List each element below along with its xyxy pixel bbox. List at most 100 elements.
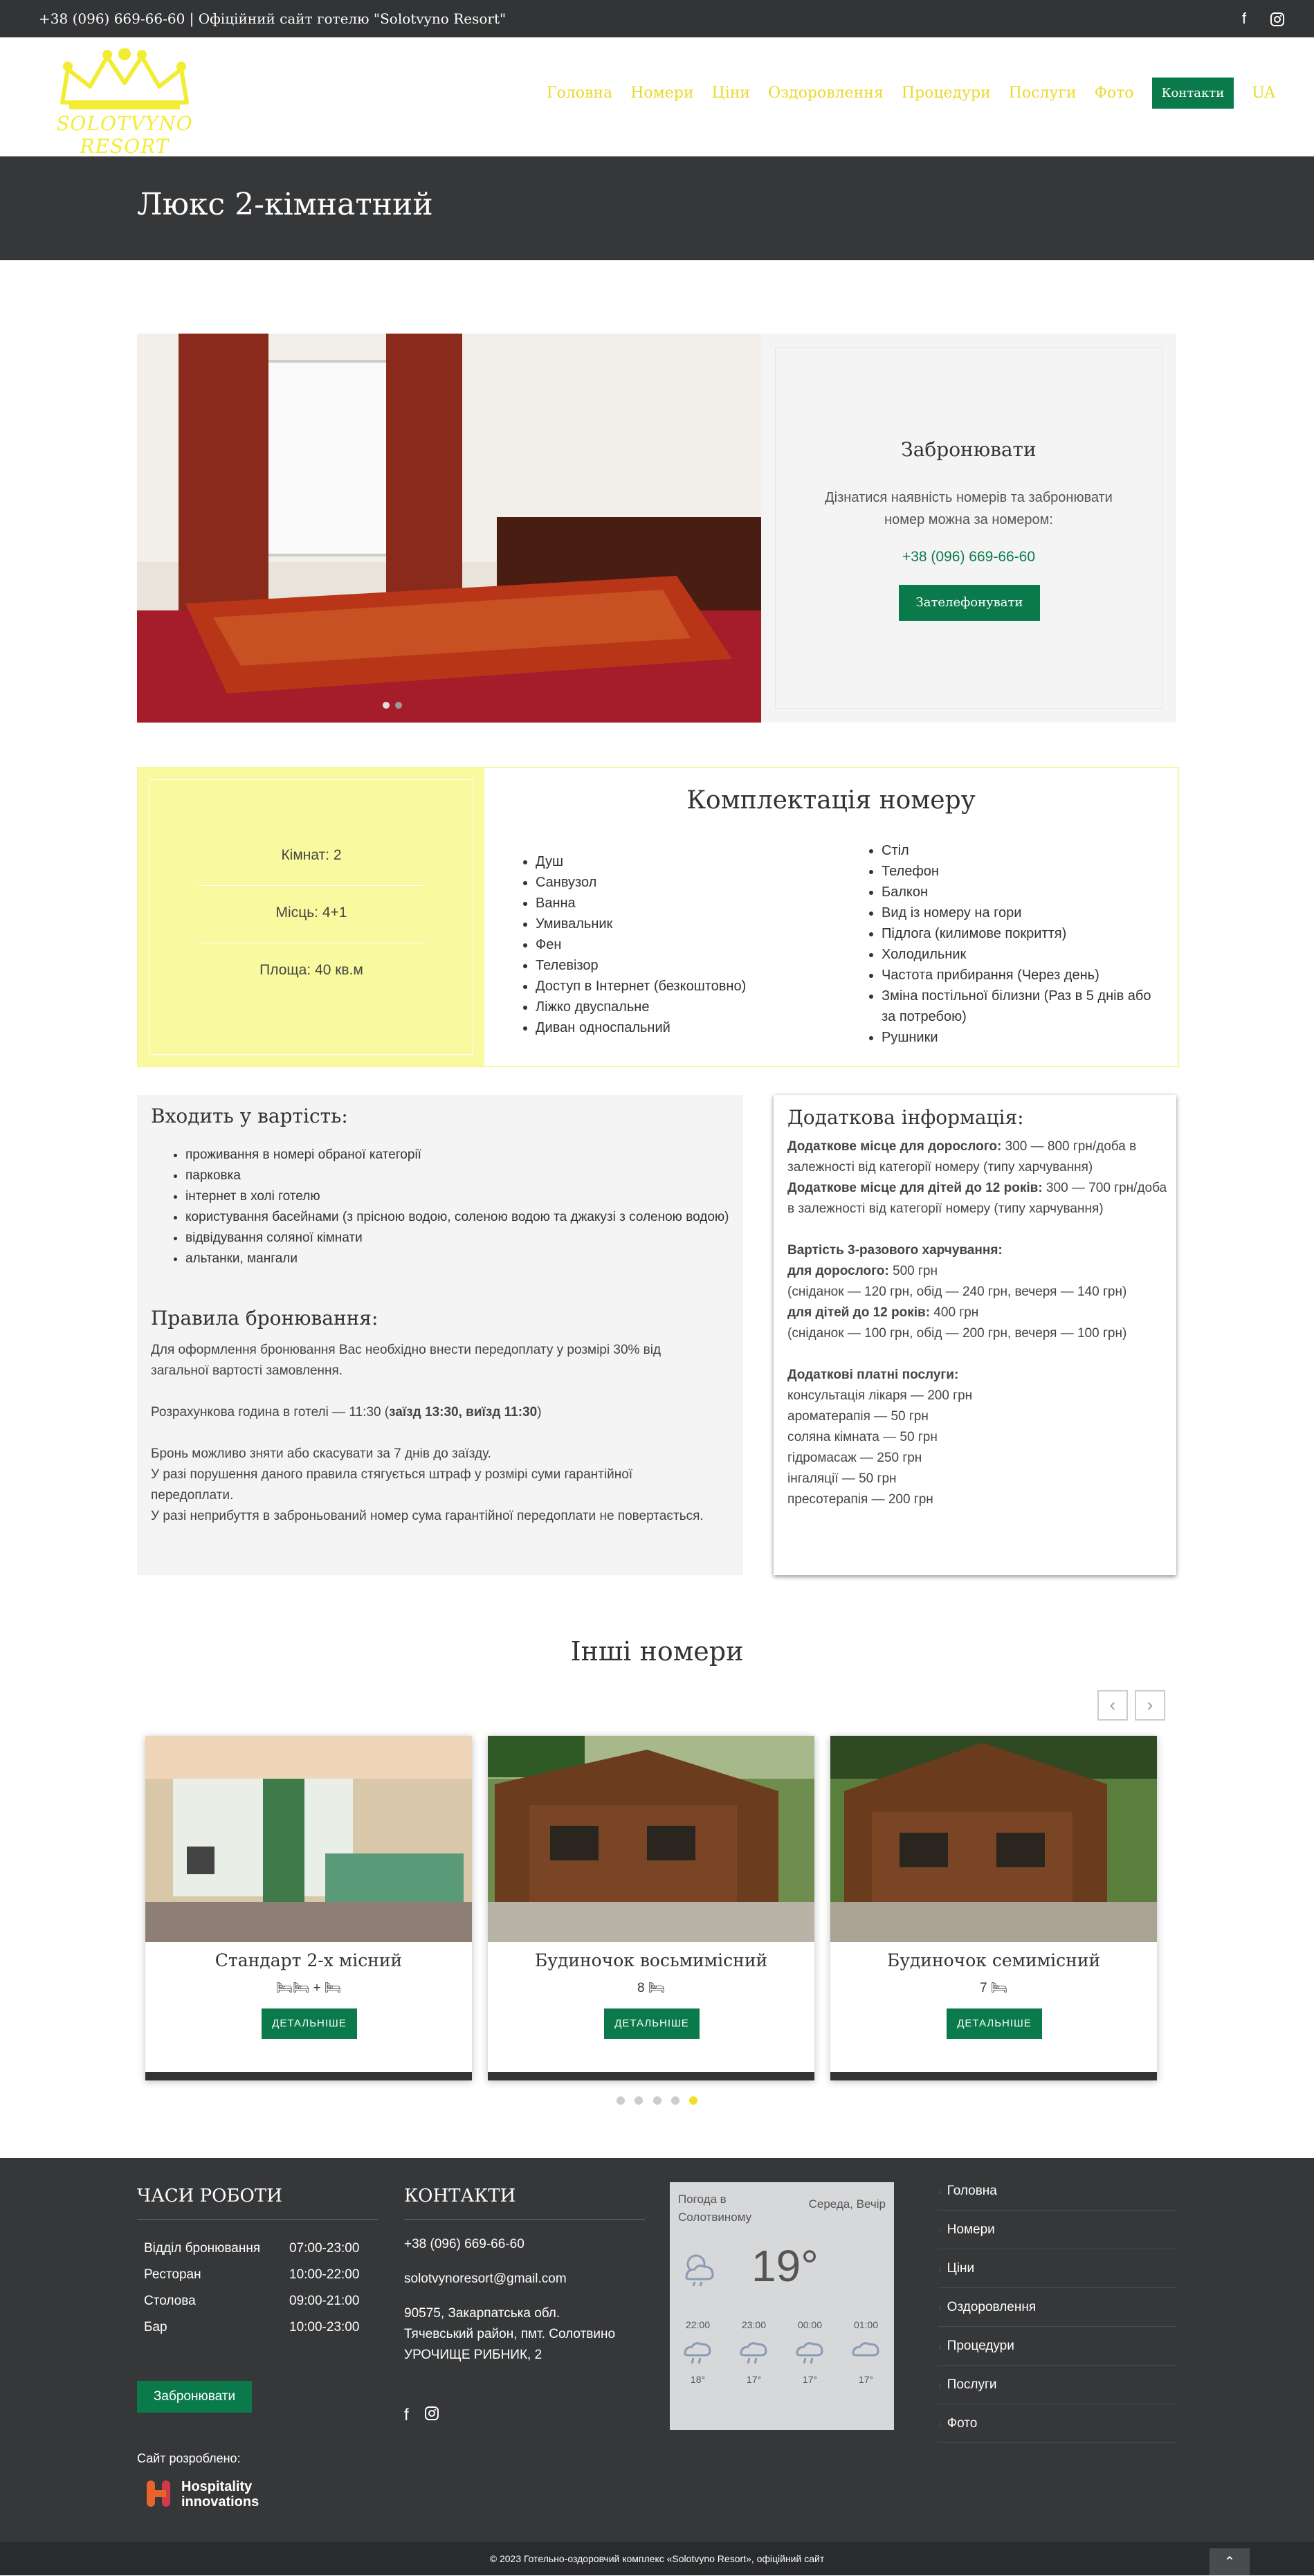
forecast-item: 23:00 17° (737, 2319, 772, 2385)
nav-photo[interactable]: Фото (1095, 84, 1134, 102)
bed-icon: 🛏 (990, 1981, 1007, 1995)
nav-procedures[interactable]: Процедури (902, 84, 991, 102)
site-logo[interactable]: SOLOTVYNO RESORT (42, 48, 208, 158)
developer-logo[interactable]: Hospitality innovations (145, 2478, 311, 2519)
list-item: Частота прибирання (Через день) (882, 965, 1158, 986)
list-item: Диван односпальний (536, 1017, 746, 1038)
social-links: f (1235, 8, 1286, 29)
call-button[interactable]: Зателефонувати (899, 585, 1040, 621)
rules-paragraph: У разі неприбуття в заброньований номер … (151, 1509, 704, 1523)
additional-info-section: Додаткова інформація: Додаткове місце дл… (774, 1095, 1176, 1575)
list-item: парковка (185, 1165, 739, 1186)
nav-services[interactable]: Послуги (1009, 84, 1077, 102)
footer-link[interactable]: › Оздоровлення (938, 2288, 1176, 2327)
rules-paragraph: Бронь можливо зняти або скасувати за 7 д… (151, 1446, 491, 1461)
nav-wellness[interactable]: Оздоровлення (768, 84, 884, 102)
pagination-dot[interactable] (616, 2096, 625, 2105)
footer-link[interactable]: › Фото (938, 2404, 1176, 2443)
carousel-arrows: ‹ › (1097, 1690, 1165, 1721)
booking-phone[interactable]: +38 (096) 669-66-60 (776, 549, 1162, 565)
weather-temp: 19° (751, 2241, 819, 2291)
instagram-icon[interactable] (1268, 8, 1286, 29)
forecast-item: 22:00 18° (681, 2319, 715, 2385)
chevron-right-icon: › (938, 2302, 942, 2313)
pagination-dot-active[interactable] (689, 2096, 698, 2105)
room-card[interactable]: Стандарт 2-х місний 🛏🛏 + 🛏 ДЕТАЛЬНІШЕ (145, 1736, 472, 2080)
cloud-icon (851, 2342, 879, 2357)
room-card-image (145, 1736, 472, 1942)
pagination-dot[interactable] (670, 2096, 679, 2105)
list-item: Умивальник (536, 914, 746, 934)
chevron-right-icon: › (938, 2341, 942, 2352)
pagination-dot[interactable] (635, 2096, 644, 2105)
developer-logo-icon (147, 2480, 170, 2507)
page-title-bar: Люкс 2-кімнатний (0, 156, 1314, 260)
facebook-icon[interactable]: f (404, 2406, 409, 2425)
footer-link[interactable]: › Процедури (938, 2327, 1176, 2366)
footer-link[interactable]: › Номери (938, 2211, 1176, 2249)
other-rooms-title: Інші номери (570, 1636, 744, 1667)
developer-logo-text: Hospitality (181, 2479, 253, 2494)
details-button[interactable]: ДЕТАЛЬНІШЕ (604, 2008, 700, 2039)
opening-hours: Відділ бронювання 07:00-23:00 Ресторан 10:… (144, 2235, 359, 2341)
details-button[interactable]: ДЕТАЛЬНІШЕ (947, 2008, 1042, 2039)
carousel-pagination (0, 2096, 1314, 2108)
divider (199, 885, 424, 886)
footer-nav: › Головна › Номери › Ціни › Оздоровлення › Пр… (938, 2172, 1176, 2443)
hours-row: Відділ бронювання 07:00-23:00 (144, 2241, 360, 2256)
rules-title: Правила бронювання: (151, 1307, 378, 1330)
pagination-dot[interactable] (653, 2096, 661, 2105)
list-item: Ванна (536, 893, 746, 914)
equipment-title: Комплектація номеру (686, 786, 976, 815)
instagram-icon[interactable] (424, 2406, 439, 2425)
nav-rooms[interactable]: Номери (630, 84, 693, 102)
list-item: консультація лікаря — 200 грн (787, 1388, 973, 1403)
list-item: інгаляції — 50 грн (787, 1471, 897, 1486)
forecast-item: 01:00 17° (849, 2319, 884, 2385)
crown-icon (60, 48, 189, 109)
room-photo-slider[interactable] (137, 334, 761, 723)
facebook-icon[interactable]: f (1235, 8, 1253, 29)
book-button[interactable]: Забронювати (137, 2381, 252, 2413)
footer-address-line: УРОЧИЩЕ РИБНИК, 2 (404, 2348, 542, 2362)
forecast-item: 00:00 17° (793, 2319, 828, 2385)
divider (404, 2219, 645, 2220)
nav-contacts[interactable]: Контакти (1151, 78, 1234, 109)
copyright-text: © 2023 Готельно-оздоровчий комплекс «Sol… (489, 2553, 825, 2564)
list-item: Рушники (882, 1027, 1158, 1048)
chevron-right-icon[interactable]: › (1135, 1690, 1165, 1721)
site-footer: ЧАСИ РОБОТИ Відділ бронювання 07:00-23:00… (0, 2158, 1314, 2542)
list-item: Холодильник (882, 944, 1158, 965)
list-item: Вид із номеру на гори (882, 902, 1158, 923)
top-bar-text: +38 (096) 669-66-60 | Офіційний сайт гот… (39, 10, 507, 27)
scroll-to-top-button[interactable]: ⌃ (1210, 2548, 1250, 2575)
chevron-right-icon: › (938, 2186, 942, 2197)
contacts-title: КОНТАКТИ (404, 2186, 516, 2206)
weather-location: Погода в Солотвиному (678, 2193, 752, 2224)
footer-email[interactable]: solotvynoresort@gmail.com (404, 2269, 615, 2289)
included-list: проживання в номері обраної категорії па… (151, 1145, 739, 1269)
footer-phone[interactable]: +38 (096) 669-66-60 (404, 2234, 615, 2255)
bed-icon: 🛏 (324, 1981, 342, 1995)
nav-prices[interactable]: Ціни (712, 84, 751, 102)
room-card[interactable]: Будиночок восьмимісний 8 🛏 ДЕТАЛЬНІШЕ (488, 1736, 814, 2080)
footer-link[interactable]: › Послуги (938, 2366, 1176, 2404)
chevron-right-icon: › (938, 2379, 942, 2391)
nav-home[interactable]: Головна (547, 84, 612, 102)
chevron-left-icon[interactable]: ‹ (1097, 1690, 1128, 1721)
hours-row: Ресторан 10:00-22:00 (144, 2267, 360, 2282)
language-switch[interactable]: UA (1252, 84, 1275, 102)
room-card-title: Стандарт 2-х місний (215, 1950, 403, 1970)
list-item: соляна кімната — 50 грн (787, 1430, 938, 1444)
list-item: альтанки, мангали (185, 1249, 739, 1269)
footer-link[interactable]: › Ціни (938, 2249, 1176, 2288)
footer-link[interactable]: › Головна (938, 2172, 1176, 2211)
meals-child: для дітей до 12 років: 400 грн (787, 1305, 979, 1320)
copyright-bar: © 2023 Готельно-оздоровчий комплекс «Sol… (0, 2542, 1314, 2575)
booking-box: Забронювати Дізнатися наявність номерів … (761, 334, 1176, 723)
room-card-beds: 8 🛏 (637, 1981, 665, 1995)
details-button[interactable]: ДЕТАЛЬНІШЕ (262, 2008, 357, 2039)
room-card[interactable]: Будиночок семимісний 7 🛏 ДЕТАЛЬНІШЕ (830, 1736, 1157, 2080)
meals-adult-details: (сніданок — 120 грн, обід — 240 грн, веч… (787, 1285, 1127, 1299)
room-card-image (488, 1736, 814, 1942)
